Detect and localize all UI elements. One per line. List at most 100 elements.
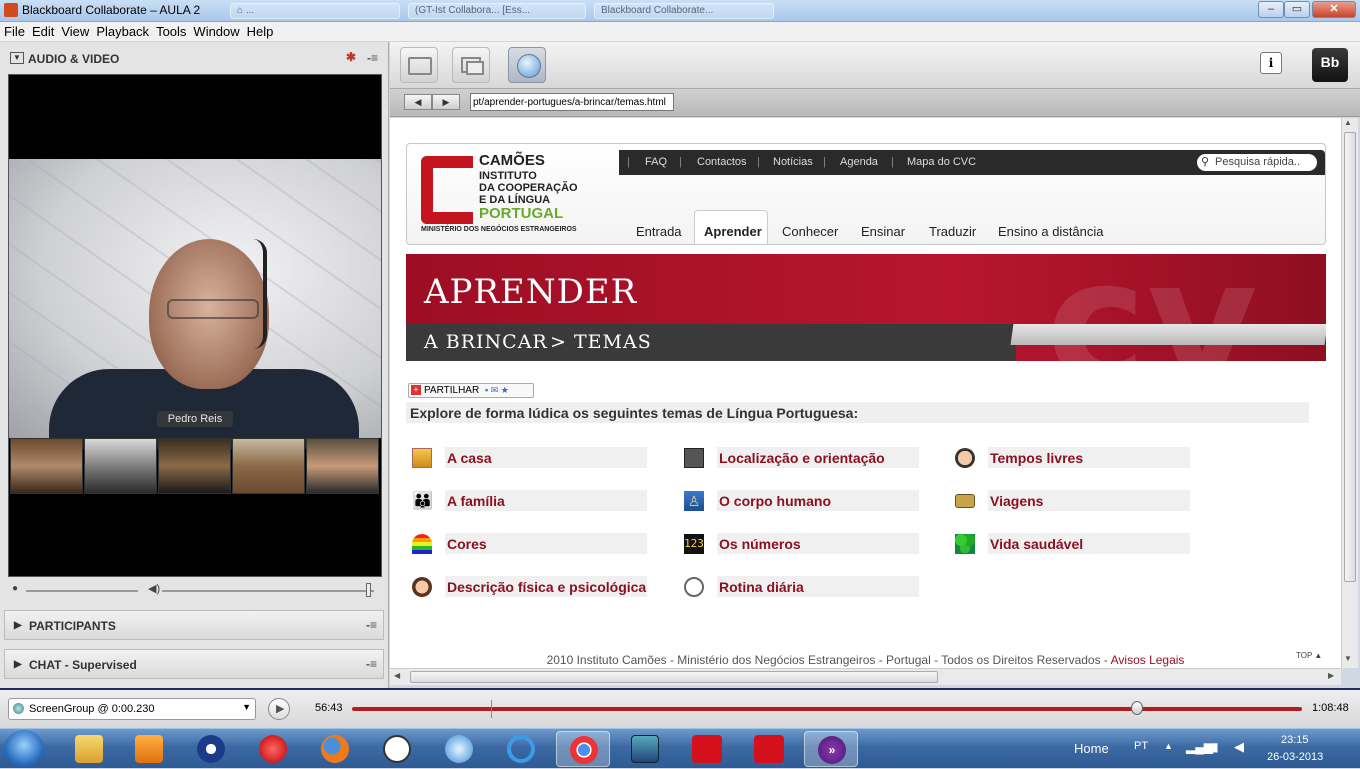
panel-options-icon[interactable]: -≡ <box>366 618 377 632</box>
forward-button[interactable]: ▶ <box>432 94 460 110</box>
topic-numeros[interactable]: Os números <box>717 533 919 554</box>
blackboard-logo-icon[interactable]: Bb <box>1312 48 1348 82</box>
firefox-taskbar-icon[interactable] <box>308 731 362 767</box>
battery-icon[interactable]: ▮ <box>1212 740 1219 754</box>
link-faq[interactable]: FAQ <box>645 156 667 168</box>
menu-edit[interactable]: Edit <box>28 22 57 39</box>
av-settings-icon[interactable]: ✱ <box>346 50 356 64</box>
background-tab[interactable]: Blackboard Collaborate... <box>594 3 774 19</box>
language-indicator[interactable]: PT <box>1134 740 1148 752</box>
application-sharing-icon[interactable] <box>452 47 490 83</box>
chat-panel-header[interactable]: ▶ CHAT - Supervised -≡ <box>4 649 384 679</box>
participant-video-thumb[interactable] <box>232 438 305 494</box>
topic-viagens[interactable]: Viagens <box>988 490 1190 511</box>
window-titlebar[interactable]: Blackboard Collaborate – AULA 2 ⌂ ... (G… <box>0 0 1360 22</box>
participant-video-thumb[interactable] <box>158 438 231 494</box>
link-agenda[interactable]: Agenda <box>840 156 878 168</box>
messenger-taskbar-icon[interactable] <box>184 731 238 767</box>
share-button[interactable]: + PARTILHAR ▪ ✉ ★ <box>408 383 534 398</box>
scroll-down-icon[interactable]: ▼ <box>1344 654 1352 663</box>
collapse-icon[interactable]: ▼ <box>10 52 24 64</box>
scroll-right-icon[interactable]: ▶ <box>1328 671 1334 680</box>
web-tour-icon[interactable] <box>508 47 546 83</box>
play-button[interactable]: ▶ <box>268 698 290 720</box>
footer-legal-link[interactable]: Avisos Legais <box>1111 653 1185 667</box>
info-icon[interactable]: i <box>1260 52 1282 74</box>
remote-desktop-taskbar-icon[interactable] <box>618 731 672 767</box>
media-player-taskbar-icon[interactable] <box>122 731 176 767</box>
volume-slider-thumb[interactable] <box>366 583 371 597</box>
clock-app-taskbar-icon[interactable] <box>370 731 424 767</box>
topic-a-casa[interactable]: A casa <box>445 447 647 468</box>
horizontal-scroll-thumb[interactable] <box>410 671 938 683</box>
link-mapa-cvc[interactable]: Mapa do CVC <box>907 156 976 168</box>
topic-a-familia[interactable]: A família <box>445 490 647 511</box>
nav-ensinar[interactable]: Ensinar <box>861 224 905 239</box>
background-tab[interactable]: ⌂ ... <box>230 3 400 19</box>
speaker-volume-slider[interactable] <box>162 590 374 592</box>
menu-tools[interactable]: Tools <box>152 22 189 39</box>
topic-cores[interactable]: Cores <box>445 533 647 554</box>
tray-expand-icon[interactable]: ▲ <box>1164 741 1173 751</box>
screen-group-select[interactable]: ScreenGroup @ 0:00.230 ▼ <box>8 698 256 720</box>
participant-video-thumb[interactable] <box>306 438 379 494</box>
topic-vida-saudavel[interactable]: Vida saudável <box>988 533 1190 554</box>
menu-view[interactable]: View <box>57 22 92 39</box>
breadcrumb-a-brincar[interactable]: A BRINCAR <box>424 331 548 353</box>
horizontal-scrollbar[interactable]: ◀ ▶ <box>390 668 1341 685</box>
topic-tempos-livres[interactable]: Tempos livres <box>988 447 1190 468</box>
vertical-scrollbar[interactable]: ▲ ▼ <box>1341 118 1358 668</box>
participant-video-thumb[interactable] <box>10 438 83 494</box>
topic-localizacao[interactable]: Localização e orientação <box>717 447 919 468</box>
expand-icon[interactable]: ▶ <box>14 659 22 670</box>
back-button[interactable]: ◀ <box>404 94 432 110</box>
clock-date[interactable]: 26-03-2013 <box>1267 751 1323 763</box>
safari-taskbar-icon[interactable] <box>432 731 486 767</box>
network-icon[interactable]: ▂▄▆ <box>1186 740 1213 754</box>
expand-icon[interactable]: ▶ <box>14 620 22 631</box>
menu-file[interactable]: File <box>0 22 28 39</box>
timeline-track[interactable] <box>352 707 1302 711</box>
menu-window[interactable]: Window <box>189 22 242 39</box>
topic-rotina-diaria[interactable]: Rotina diária <box>717 576 919 597</box>
participants-panel-header[interactable]: ▶ PARTICIPANTS -≡ <box>4 610 384 640</box>
background-tab[interactable]: (GT-Ist Collabora... [Ess... <box>408 3 586 19</box>
participant-video-thumb[interactable] <box>84 438 157 494</box>
back-to-top-link[interactable]: TOP ▲ <box>1296 651 1322 660</box>
tray-home-label[interactable]: Home <box>1074 741 1109 756</box>
close-button[interactable]: ✕ <box>1312 1 1356 18</box>
chrome-taskbar-icon[interactable] <box>556 731 610 767</box>
audio-video-header[interactable]: ▼ AUDIO & VIDEO ✱ -≡ <box>4 44 384 72</box>
vertical-scroll-thumb[interactable] <box>1344 132 1356 582</box>
nav-aprender[interactable]: Aprender <box>704 224 762 239</box>
url-input[interactable] <box>470 93 674 111</box>
mic-volume-slider[interactable] <box>26 590 138 592</box>
minimize-button[interactable]: – <box>1258 1 1284 18</box>
camoes-logo[interactable]: CAMÕES INSTITUTO DA COOPERAÇÃO E DA LÍNG… <box>407 144 619 244</box>
volume-icon[interactable]: ◀ <box>1234 739 1244 755</box>
internet-explorer-taskbar-icon[interactable] <box>494 731 548 767</box>
panel-options-icon[interactable]: -≡ <box>366 657 377 671</box>
link-contactos[interactable]: Contactos <box>697 156 747 168</box>
topic-descricao[interactable]: Descrição física e psicológica <box>445 576 647 597</box>
nav-ensino-distancia[interactable]: Ensino a distância <box>998 224 1104 239</box>
panel-options-icon[interactable]: -≡ <box>367 51 378 65</box>
nav-entrada[interactable]: Entrada <box>636 224 682 239</box>
link-noticias[interactable]: Notícias <box>773 156 813 168</box>
blackboard-collaborate-taskbar-icon[interactable]: » <box>804 731 858 767</box>
timeline-playhead[interactable] <box>1130 701 1143 715</box>
nav-conhecer[interactable]: Conhecer <box>782 224 838 239</box>
topic-corpo-humano[interactable]: O corpo humano <box>717 490 919 511</box>
maximize-button[interactable]: ▭ <box>1284 1 1310 18</box>
pushpin-taskbar-icon[interactable] <box>246 731 300 767</box>
scroll-up-icon[interactable]: ▲ <box>1344 118 1352 127</box>
quick-search-input[interactable]: ⚲ Pesquisa rápida.. <box>1197 154 1317 171</box>
coca-cola-taskbar-icon[interactable] <box>742 731 796 767</box>
clock-time[interactable]: 23:15 <box>1281 734 1309 746</box>
menu-help[interactable]: Help <box>243 22 277 39</box>
whiteboard-icon[interactable] <box>400 47 438 83</box>
menu-playback[interactable]: Playback <box>92 22 152 39</box>
start-button[interactable] <box>4 730 44 768</box>
nav-traduzir[interactable]: Traduzir <box>929 224 976 239</box>
explorer-taskbar-icon[interactable] <box>62 731 116 767</box>
